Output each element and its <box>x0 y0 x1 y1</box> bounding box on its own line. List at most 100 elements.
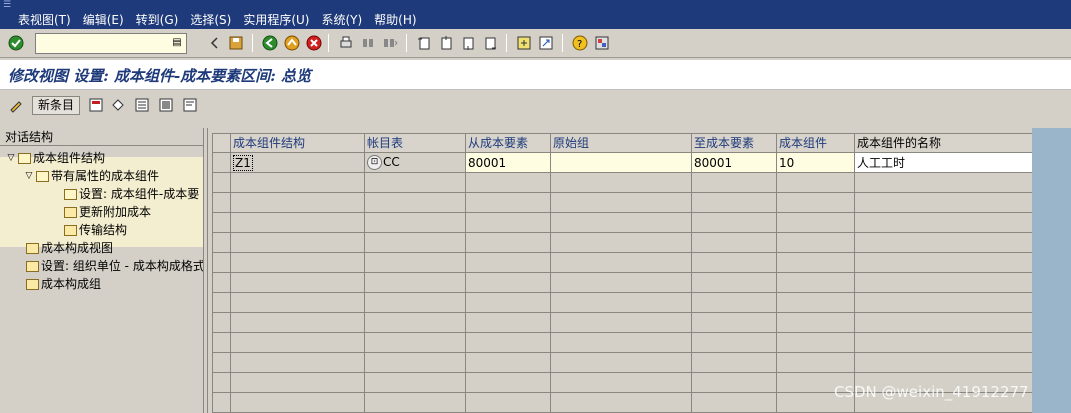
copy-icon[interactable] <box>88 97 104 113</box>
empty-cell <box>550 332 692 353</box>
menu-item-help[interactable]: 帮助(H) <box>368 11 422 29</box>
folder-open-icon <box>18 152 31 164</box>
column-header-origin-group[interactable]: 原始组 <box>550 133 692 153</box>
empty-cell <box>854 312 1034 333</box>
tree-node-transfer-structure[interactable]: 传输结构 <box>64 221 127 239</box>
empty-cell <box>364 332 466 353</box>
back-icon[interactable] <box>262 35 278 51</box>
menu-item-utilities[interactable]: 实用程序(U) <box>237 11 315 29</box>
row-selector-header[interactable] <box>212 133 231 153</box>
column-header-chart-of-accounts[interactable]: 帐目表 <box>364 133 466 153</box>
row-selector[interactable] <box>212 192 231 213</box>
table-row <box>212 232 1034 253</box>
menu-item-system[interactable]: 系统(Y) <box>315 11 368 29</box>
tree-node-cost-component-groups[interactable]: 成本构成组 <box>26 275 101 293</box>
empty-cell <box>364 272 466 293</box>
empty-cell <box>776 332 855 353</box>
cancel-icon[interactable] <box>306 35 322 51</box>
empty-cell <box>465 352 551 373</box>
previous-page-icon[interactable] <box>438 35 454 51</box>
folder-icon <box>64 224 77 236</box>
column-header-from-cost-element[interactable]: 从成本要素 <box>465 133 551 153</box>
table-row <box>212 352 1034 373</box>
empty-cell <box>691 212 777 233</box>
row-selector[interactable] <box>212 372 231 393</box>
tree-node-update-overhead[interactable]: 更新附加成本 <box>64 203 151 221</box>
empty-cell <box>776 212 855 233</box>
display-change-icon[interactable] <box>8 97 24 113</box>
last-page-icon[interactable] <box>482 35 498 51</box>
menu-item-goto[interactable]: 转到(G) <box>130 11 185 29</box>
deselect-all-icon[interactable] <box>182 97 198 113</box>
menu-item-selection[interactable]: 选择(S) <box>184 11 237 29</box>
shortcut-icon[interactable] <box>538 35 554 51</box>
menu-item-edit[interactable]: 编辑(E) <box>77 11 130 29</box>
select-all-icon[interactable] <box>134 97 150 113</box>
back-arrow-icon[interactable] <box>207 35 223 51</box>
command-field[interactable]: ▤ <box>35 33 187 54</box>
row-selector[interactable] <box>212 292 231 313</box>
row-selector[interactable] <box>212 152 231 173</box>
select-block-icon[interactable] <box>158 97 174 113</box>
collapse-icon[interactable]: ▽ <box>22 167 36 185</box>
cell-from-cost-element[interactable]: 80001 <box>465 152 551 173</box>
tree-node-settings-cost-element-range[interactable]: 设置: 成本组件-成本要 <box>64 185 199 203</box>
row-selector[interactable] <box>212 332 231 353</box>
save-icon[interactable] <box>228 35 244 51</box>
create-session-icon[interactable] <box>516 35 532 51</box>
undo-icon[interactable] <box>110 97 126 113</box>
empty-cell <box>691 252 777 273</box>
empty-cell <box>776 292 855 313</box>
tree-node-cost-component-structure[interactable]: ▽ 成本组件结构 <box>4 149 105 167</box>
system-menu-icon[interactable]: ☰ <box>3 0 15 10</box>
column-header-structure[interactable]: 成本组件结构 <box>230 133 365 153</box>
tree-node-label: 传输结构 <box>79 223 128 237</box>
empty-cell <box>691 332 777 353</box>
next-page-icon[interactable] <box>460 35 476 51</box>
row-selector[interactable] <box>212 312 231 333</box>
empty-cell <box>854 192 1034 213</box>
cell-cost-component[interactable]: 10 <box>776 152 855 173</box>
find-next-icon[interactable] <box>382 35 398 51</box>
print-icon[interactable] <box>338 35 354 51</box>
empty-cell <box>776 252 855 273</box>
row-selector[interactable] <box>212 232 231 253</box>
empty-cell <box>691 272 777 293</box>
menu-item-table-view[interactable]: 表视图(T) <box>0 11 77 29</box>
command-dropdown-icon[interactable]: ▤ <box>171 36 183 50</box>
empty-cell <box>854 332 1034 353</box>
empty-cell <box>776 172 855 193</box>
cell-origin-group[interactable] <box>550 152 692 173</box>
customize-layout-icon[interactable] <box>594 35 610 51</box>
folder-icon <box>26 278 39 290</box>
row-selector[interactable] <box>212 392 231 413</box>
row-selector[interactable] <box>212 172 231 193</box>
row-selector[interactable] <box>212 212 231 233</box>
lookup-icon[interactable]: ⊡ <box>367 155 382 170</box>
new-entries-button[interactable]: 新条目 <box>32 96 80 115</box>
column-header-cost-component[interactable]: 成本组件 <box>776 133 855 153</box>
exit-icon[interactable] <box>284 35 300 51</box>
help-icon[interactable]: ? <box>572 35 588 51</box>
empty-cell <box>854 172 1034 193</box>
row-selector[interactable] <box>212 252 231 273</box>
row-selector[interactable] <box>212 352 231 373</box>
empty-cell <box>364 312 466 333</box>
empty-cell <box>364 252 466 273</box>
empty-cell <box>550 392 692 413</box>
column-header-to-cost-element[interactable]: 至成本要素 <box>691 133 777 153</box>
tree-node-cost-component-view[interactable]: 成本构成视图 <box>26 239 113 257</box>
cell-chart-value: CC <box>383 155 400 169</box>
enter-icon[interactable] <box>8 35 24 51</box>
collapse-icon[interactable]: ▽ <box>4 149 18 167</box>
tree-node-org-unit-settings[interactable]: 设置: 组织单位 - 成本构成格式 <box>26 257 203 275</box>
tree-node-components-with-attributes[interactable]: ▽ 带有属性的成本组件 <box>22 167 159 185</box>
folder-open-icon <box>64 188 77 200</box>
cell-to-cost-element[interactable]: 80001 <box>691 152 777 173</box>
empty-cell <box>776 232 855 253</box>
empty-cell <box>364 232 466 253</box>
first-page-icon[interactable] <box>416 35 432 51</box>
empty-cell <box>465 272 551 293</box>
row-selector[interactable] <box>212 272 231 293</box>
find-icon[interactable] <box>360 35 376 51</box>
